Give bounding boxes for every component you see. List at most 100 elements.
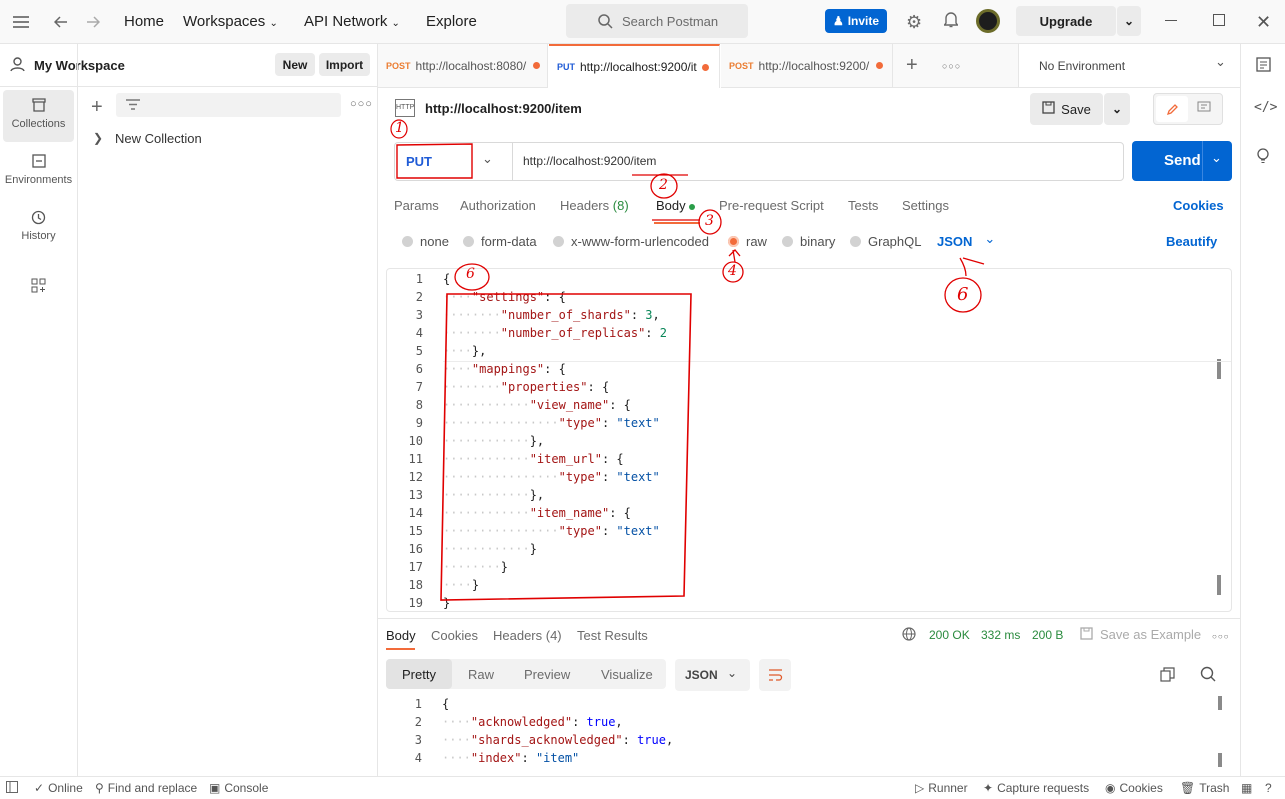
- environment-quick-look-icon[interactable]: [1256, 57, 1271, 72]
- sidebar-item-environments[interactable]: Environments: [3, 146, 74, 198]
- code-line: {: [443, 272, 450, 286]
- url-input[interactable]: http://localhost:9200/item: [523, 154, 656, 168]
- tab-body[interactable]: Body: [656, 198, 696, 213]
- request-tab-active[interactable]: PUT http://localhost:9200/it: [549, 44, 720, 88]
- invite-button[interactable]: ♟ Invite: [825, 9, 887, 33]
- toggle-sidebar-icon[interactable]: [6, 781, 18, 793]
- radio-urlencoded[interactable]: x-www-form-urlencoded: [553, 234, 709, 249]
- sidebar-item-configure[interactable]: [3, 270, 74, 304]
- method-select[interactable]: PUT ⌄: [395, 143, 513, 180]
- response-scrollbar-thumb[interactable]: [1218, 753, 1222, 767]
- runner[interactable]: ▷ Runner: [915, 781, 968, 795]
- editor-scrollbar-thumb[interactable]: [1217, 575, 1221, 595]
- radio-none[interactable]: none: [402, 234, 449, 249]
- sidebar-item-history[interactable]: History: [3, 202, 74, 254]
- online-status[interactable]: ✓ Online: [34, 781, 83, 795]
- request-tab[interactable]: POST http://localhost:9200/: [721, 44, 893, 88]
- forward-arrow-icon[interactable]: [84, 13, 102, 31]
- response-body[interactable]: 1{2 ····"acknowledged": true, 3 ····"shards…: [386, 696, 1232, 770]
- tab-params[interactable]: Params: [394, 198, 439, 213]
- gear-icon[interactable]: ⚙: [906, 12, 922, 33]
- nav-api-network[interactable]: API Network ⌄: [304, 13, 400, 30]
- response-tab-test-results[interactable]: Test Results: [577, 628, 648, 643]
- chevron-right-icon[interactable]: ❯: [93, 131, 103, 145]
- new-button[interactable]: New: [275, 53, 315, 76]
- layout-icon[interactable]: ▦: [1241, 781, 1252, 795]
- radio-binary[interactable]: binary: [782, 234, 835, 249]
- lightbulb-icon[interactable]: [1256, 148, 1270, 164]
- menu-icon[interactable]: [12, 13, 30, 31]
- view-preview[interactable]: Preview: [524, 667, 570, 682]
- nav-workspaces[interactable]: Workspaces ⌄: [183, 13, 278, 30]
- tab-settings[interactable]: Settings: [902, 198, 949, 213]
- response-tab-cookies[interactable]: Cookies: [431, 628, 478, 643]
- view-visualize[interactable]: Visualize: [601, 667, 653, 682]
- new-tab-plus-icon[interactable]: +: [906, 54, 918, 77]
- environment-select[interactable]: No Environment ⌄: [1018, 44, 1240, 88]
- request-tab[interactable]: POST http://localhost:8080/: [378, 44, 548, 88]
- globe-icon[interactable]: [902, 627, 916, 641]
- response-status[interactable]: 200 OK: [929, 628, 970, 642]
- save-dropdown[interactable]: ⌄: [1104, 93, 1130, 125]
- tab-tests[interactable]: Tests: [848, 198, 878, 213]
- help-icon[interactable]: ?: [1265, 781, 1272, 795]
- view-pretty[interactable]: Pretty: [386, 659, 452, 689]
- request-title[interactable]: http://localhost:9200/item: [425, 101, 582, 116]
- cookies[interactable]: ◉ Cookies: [1105, 781, 1163, 795]
- send-button[interactable]: Send ⌄: [1132, 141, 1232, 181]
- chevron-down-icon: ⌄: [727, 666, 738, 680]
- bell-icon[interactable]: [944, 11, 958, 28]
- cookies-link[interactable]: Cookies: [1173, 198, 1224, 213]
- filter-input[interactable]: [116, 93, 341, 117]
- response-tab-body[interactable]: Body: [386, 628, 416, 643]
- more-options-icon[interactable]: ○○○: [1212, 632, 1230, 641]
- search-icon[interactable]: [1200, 666, 1216, 682]
- comment-icon[interactable]: [1197, 101, 1211, 114]
- search-box[interactable]: Search Postman: [566, 4, 748, 38]
- plus-icon[interactable]: +: [91, 96, 103, 119]
- tab-prerequest-script[interactable]: Pre-request Script: [719, 198, 824, 213]
- response-time[interactable]: 332 ms: [981, 628, 1020, 642]
- more-tabs-icon[interactable]: ○○○: [942, 61, 961, 71]
- save-button[interactable]: Save: [1030, 93, 1103, 125]
- format-select[interactable]: JSON ⌄: [937, 231, 995, 249]
- response-format-select[interactable]: JSON ⌄: [675, 659, 750, 691]
- back-arrow-icon[interactable]: [52, 13, 70, 31]
- avatar[interactable]: [976, 9, 1000, 33]
- code-icon[interactable]: </>: [1254, 100, 1277, 115]
- trash[interactable]: 🗑 Trash: [1180, 781, 1229, 795]
- radio-graphql[interactable]: GraphQL: [850, 234, 921, 249]
- wrap-lines-icon[interactable]: [759, 659, 791, 691]
- response-tab-headers[interactable]: Headers (4): [493, 628, 562, 643]
- sidebar-item-collections[interactable]: Collections: [3, 90, 74, 142]
- maximize-icon[interactable]: [1213, 14, 1225, 26]
- find-replace[interactable]: ⚲ Find and replace: [95, 781, 197, 795]
- body-editor[interactable]: 1{2 ····"settings": {3 ········"number_of_…: [386, 268, 1232, 612]
- nav-home[interactable]: Home: [124, 13, 164, 30]
- capture-requests[interactable]: ✦ Capture requests: [983, 781, 1089, 795]
- copy-icon[interactable]: [1160, 667, 1175, 682]
- radio-form-data[interactable]: form-data: [463, 234, 537, 249]
- console[interactable]: ▣ Console: [209, 781, 268, 795]
- radio-raw[interactable]: raw: [728, 234, 767, 249]
- body-active-dot: [689, 203, 696, 210]
- beautify-link[interactable]: Beautify: [1166, 234, 1217, 249]
- import-button[interactable]: Import: [319, 53, 370, 76]
- upgrade-button[interactable]: Upgrade: [1016, 6, 1116, 36]
- minimize-icon[interactable]: [1165, 20, 1177, 21]
- close-icon[interactable]: ✕: [1256, 12, 1271, 33]
- pencil-icon[interactable]: [1156, 96, 1188, 122]
- collection-item[interactable]: New Collection: [115, 131, 202, 146]
- response-scrollbar[interactable]: [1218, 696, 1222, 710]
- more-options-icon[interactable]: ○○○: [350, 98, 373, 110]
- code-token: "shards_acknowledged": [470, 733, 623, 747]
- editor-scrollbar[interactable]: [1217, 359, 1221, 379]
- view-raw[interactable]: Raw: [468, 667, 494, 682]
- tab-authorization[interactable]: Authorization: [460, 198, 536, 213]
- save-as-example-button[interactable]: Save as Example: [1100, 627, 1201, 642]
- format-label: JSON: [937, 234, 973, 249]
- nav-explore[interactable]: Explore: [426, 13, 477, 30]
- response-size[interactable]: 200 B: [1032, 628, 1063, 642]
- tab-headers[interactable]: Headers (8): [560, 198, 629, 213]
- upgrade-dropdown[interactable]: ⌄: [1117, 6, 1141, 36]
